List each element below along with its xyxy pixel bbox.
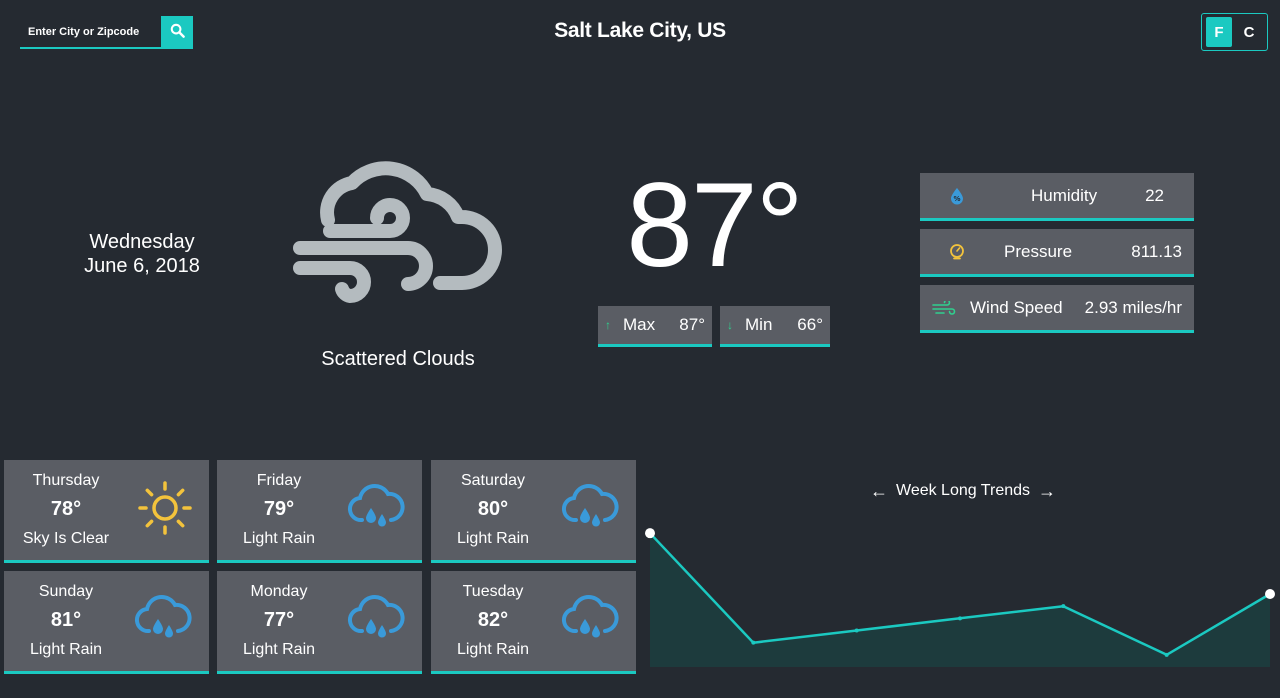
forecast-card-saturday[interactable]: Saturday 80° Light Rain: [431, 460, 636, 563]
forecast-day: Saturday: [460, 472, 526, 489]
forecast-card-monday[interactable]: Monday 77° Light Rain: [217, 571, 422, 674]
arrow-up-icon: ↑: [605, 318, 611, 332]
min-temp-label: Min: [745, 315, 773, 334]
max-temp-value: 87°: [679, 315, 705, 334]
wind-speed-box: Wind Speed 2.93 miles/hr: [920, 285, 1194, 333]
trend-point: [958, 616, 962, 621]
rain-cloud-icon: [132, 591, 192, 647]
arrow-left-icon[interactable]: ←: [870, 482, 888, 500]
humidity-label: Humidity: [1031, 185, 1098, 205]
rain-cloud-icon: [559, 591, 619, 647]
arrow-down-icon: ↓: [727, 318, 733, 332]
weekday-label: Wednesday: [89, 231, 195, 253]
humidity-box: % Humidity 22: [920, 173, 1194, 221]
pressure-value: 811.13: [1131, 241, 1182, 261]
min-temp-box: ↓ Min 66°: [720, 306, 830, 347]
celsius-button[interactable]: C: [1236, 17, 1262, 47]
fahrenheit-button[interactable]: F: [1206, 17, 1232, 47]
forecast-day: Friday: [256, 472, 302, 489]
trend-point: [751, 640, 756, 645]
forecast-desc: Light Rain: [456, 530, 530, 547]
week-trend-chart: [645, 528, 1275, 667]
wind-icon: [932, 297, 956, 319]
forecast-desc: Sky Is Clear: [22, 530, 110, 547]
trend-point: [1164, 652, 1169, 657]
current-temperature: 87°: [626, 158, 803, 292]
trend-point: [645, 528, 655, 539]
unit-toggle: F C: [1201, 13, 1268, 51]
wind-speed-value: 2.93 miles/hr: [1084, 297, 1182, 317]
max-temp-label: Max: [623, 315, 656, 334]
city-title: Salt Lake City, US: [554, 19, 726, 42]
svg-text:%: %: [953, 195, 960, 203]
trends-header: ← Week Long Trends →: [870, 482, 1056, 500]
pressure-box: Pressure 811.13: [920, 229, 1194, 277]
rain-cloud-icon: [559, 480, 619, 536]
forecast-desc: Light Rain: [29, 641, 103, 658]
humidity-icon: %: [946, 185, 968, 207]
forecast-desc: Light Rain: [242, 641, 316, 658]
max-temp-box: ↑ Max 87°: [598, 306, 712, 347]
trends-title: Week Long Trends: [896, 482, 1031, 499]
forecast-day: Monday: [250, 583, 308, 600]
sun-icon: [132, 480, 192, 536]
forecast-temp: 80°: [477, 498, 509, 520]
wind-cloud-icon: [290, 148, 505, 328]
forecast-day: Sunday: [38, 583, 94, 600]
trend-point: [854, 628, 859, 633]
trend-point: [1265, 589, 1275, 599]
humidity-value: 22: [1145, 185, 1164, 205]
current-date: Wednesday June 6, 2018: [52, 230, 232, 278]
forecast-card-sunday[interactable]: Sunday 81° Light Rain: [4, 571, 209, 674]
current-condition: Scattered Clouds: [321, 348, 475, 370]
forecast-temp: 77°: [263, 609, 295, 631]
forecast-desc: Light Rain: [456, 641, 530, 658]
trend-point: [1061, 604, 1066, 609]
min-temp-value: 66°: [797, 315, 823, 334]
forecast-temp: 78°: [50, 498, 82, 520]
forecast-day: Tuesday: [462, 583, 524, 600]
rain-cloud-icon: [345, 480, 405, 536]
forecast-temp: 79°: [263, 498, 295, 520]
forecast-temp: 82°: [477, 609, 509, 631]
forecast-card-thursday[interactable]: Thursday 78° Sky Is Clear: [4, 460, 209, 563]
date-label: June 6, 2018: [84, 255, 200, 277]
pressure-icon: [946, 241, 968, 263]
rain-cloud-icon: [345, 591, 405, 647]
forecast-desc: Light Rain: [242, 530, 316, 547]
trend-area: [650, 533, 1270, 667]
wind-speed-label: Wind Speed: [970, 297, 1063, 317]
forecast-card-friday[interactable]: Friday 79° Light Rain: [217, 460, 422, 563]
forecast-card-tuesday[interactable]: Tuesday 82° Light Rain: [431, 571, 636, 674]
forecast-day: Thursday: [32, 472, 100, 489]
forecast-temp: 81°: [50, 609, 82, 631]
pressure-label: Pressure: [1004, 241, 1073, 261]
arrow-right-icon[interactable]: →: [1038, 482, 1056, 500]
